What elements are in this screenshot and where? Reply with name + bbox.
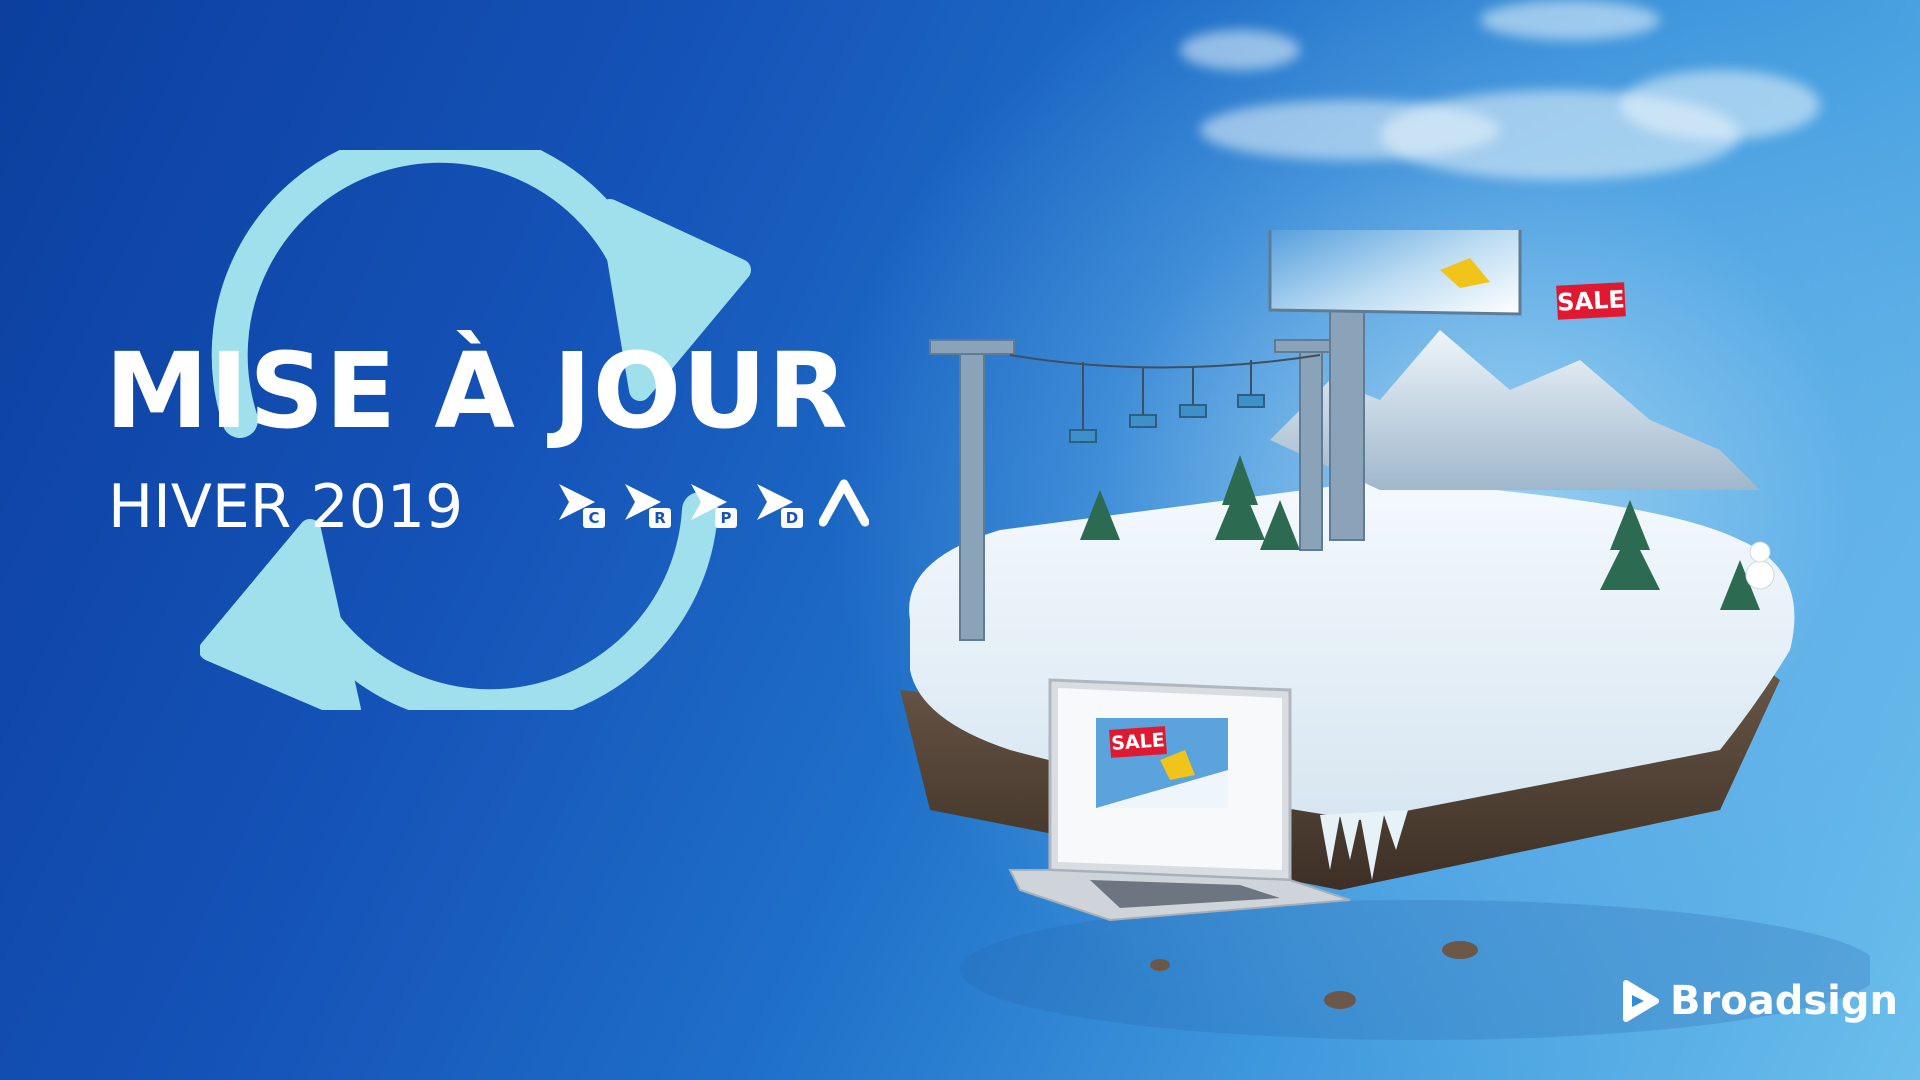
product-letter: P <box>715 508 737 528</box>
play-arrow-d-icon: D <box>753 478 803 528</box>
broadsign-logo: Broadsign <box>1622 978 1898 1024</box>
product-letter: R <box>649 508 671 528</box>
lift-cable <box>1009 354 1321 369</box>
cloud <box>1620 70 1820 140</box>
laptop-sale-label: SALE <box>1109 726 1167 758</box>
ski-resort-illustration <box>900 230 1870 1040</box>
play-arrow-p-icon: P <box>687 478 737 528</box>
page-subtitle: HIVER 2019 <box>108 472 464 542</box>
broadsign-play-icon <box>1623 980 1659 1022</box>
chairs <box>1069 394 1265 443</box>
cloud <box>1480 0 1660 40</box>
page-title: MISE À JOUR <box>105 330 849 452</box>
snowman <box>1745 541 1775 590</box>
chair-hangers <box>1082 360 1252 430</box>
product-letter: D <box>781 508 803 528</box>
play-arrow-r-icon: R <box>621 478 671 528</box>
brand-name: Broadsign <box>1670 978 1898 1024</box>
billboard-sale-label: SALE <box>1556 282 1626 320</box>
billboard-pole <box>1329 309 1365 541</box>
billboard-board <box>1268 230 1522 316</box>
product-letter: C <box>583 508 605 528</box>
cloud <box>1180 30 1300 70</box>
play-arrow-c-icon: C <box>555 478 605 528</box>
product-icons: C R P D <box>555 478 869 528</box>
